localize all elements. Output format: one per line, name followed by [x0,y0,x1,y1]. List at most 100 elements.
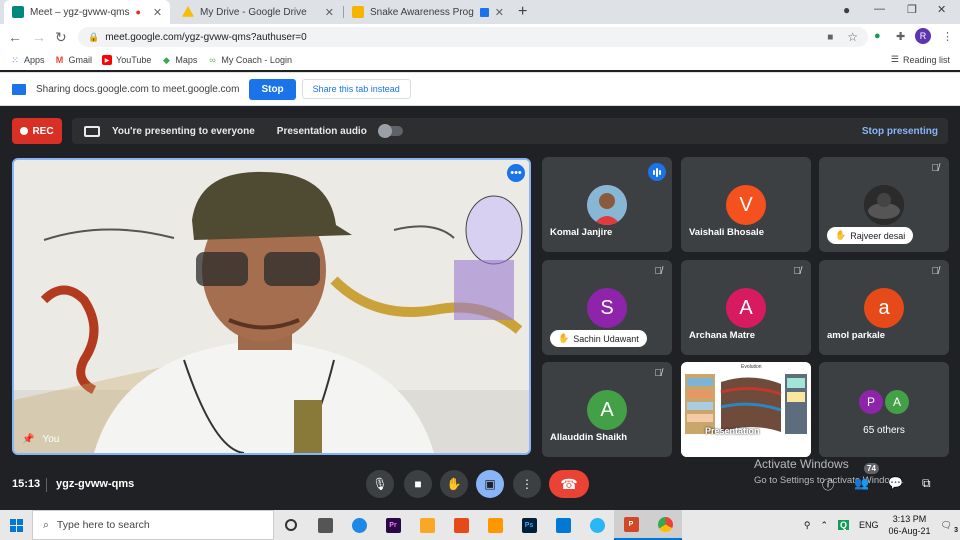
menu-icon[interactable]: ⋮ [942,30,953,43]
close-tab-icon[interactable]: ✕ [495,6,504,19]
bookmark-label: Gmail [68,55,93,65]
participant-tile[interactable]: 🎙̸ a amol parkale [819,260,949,355]
taskbar-app[interactable] [444,510,478,540]
mic-muted-icon: 🎙̸ [931,163,940,174]
present-button[interactable]: ▣ [476,470,504,498]
bookmark-star-icon[interactable]: ☆ [847,30,858,44]
bookmark-label: Maps [175,55,198,65]
close-tab-icon[interactable]: ✕ [153,6,162,19]
tab-title: Snake Awareness ProgramFi [370,6,474,18]
cortana-button[interactable] [274,510,308,540]
notification-count: 3 [954,526,958,534]
clock-date: 06-Aug-21 [888,526,931,536]
bookmark-maps[interactable]: ◆ Maps [161,55,198,66]
maximize-button[interactable]: ❐ [907,3,917,16]
camera-icon[interactable]: ■ [827,32,833,43]
stop-presenting-button[interactable]: Stop presenting [862,126,938,137]
others-tile[interactable]: P A 65 others [819,362,949,457]
raise-hand-button[interactable]: ✋ [440,470,468,498]
chevron-up-icon[interactable]: ⌃ [820,520,828,531]
stop-sharing-button[interactable]: Stop [249,78,296,100]
meeting-details-button[interactable]: ⓘ [822,476,834,493]
minimize-button[interactable]: — [874,3,885,15]
start-button[interactable] [0,510,32,540]
taskbar-app[interactable] [308,510,342,540]
people-button[interactable]: 👥 [854,476,869,490]
puzzle-icon[interactable]: ✚ [896,30,905,43]
search-icon: ⌕ [43,518,49,531]
bookmark-label: YouTube [116,55,152,65]
close-window-button[interactable]: ✕ [937,3,946,16]
activities-button[interactable]: ⧉ [922,476,931,491]
participant-name: amol parkale [827,330,886,341]
bookmark-coach[interactable]: ∞ My Coach - Login [207,55,292,65]
profile-avatar[interactable]: R [915,28,931,44]
taskbar-app[interactable] [342,510,376,540]
others-avatar: P [859,390,883,414]
extension-icon[interactable]: ● [874,30,881,42]
camera-button[interactable]: ■ [404,470,432,498]
tab-search-icon[interactable]: ● [843,3,850,17]
more-options-button[interactable]: ⋮ [513,470,541,498]
presentation-tile[interactable]: Evolution Presentation [681,362,811,457]
presenting-banner: You're presenting to everyone Presentati… [72,118,948,144]
close-tab-icon[interactable]: ✕ [325,6,334,19]
people-tray-icon[interactable]: ⚲ [804,520,811,531]
participant-tile[interactable]: 🎙̸ S ✋ Sachin Udawant [542,260,672,355]
notifications-button[interactable]: 🗨 3 [941,520,958,534]
tab-slides[interactable]: Snake Awareness ProgramFi ✕ [344,0,512,24]
taskbar-clock[interactable]: 3:13 PM 06-Aug-21 [889,513,931,537]
address-bar[interactable]: 🔒 meet.google.com/ygz-gvww-qms?authuser=… [78,27,868,47]
more-options-icon[interactable]: ••• [507,164,525,182]
tab-drive[interactable]: My Drive - Google Drive ✕ [174,0,342,24]
taskbar-app[interactable]: Ps [512,510,546,540]
tab-meet[interactable]: Meet – ygz-gvww-qms ● ✕ [4,0,170,24]
reload-button[interactable]: ↻ [55,29,67,46]
taskbar-app[interactable] [546,510,580,540]
taskbar-app[interactable] [478,510,512,540]
share-this-tab-button[interactable]: Share this tab instead [301,79,411,99]
bookmark-youtube[interactable]: ▶ YouTube [102,55,151,65]
self-video-feed [14,160,529,453]
recording-label: REC [32,125,54,137]
reading-list-button[interactable]: ☰ Reading list [891,54,950,65]
participant-avatar: a [864,288,904,328]
participant-tile[interactable]: V Vaishali Bhosale [681,157,811,252]
new-tab-button[interactable]: + [518,3,527,21]
participant-name: Sachin Udawant [573,333,639,344]
participant-tile[interactable]: 🎙̸ ✋ Rajveer desai [819,157,949,252]
taskbar-search[interactable]: ⌕ Type here to search [32,510,274,540]
browser-tab-bar: Meet – ygz-gvww-qms ● ✕ My Drive - Googl… [0,0,960,24]
participant-avatar: S [587,288,627,328]
others-avatar: A [885,390,909,414]
taskbar-app[interactable] [580,510,614,540]
bookmark-label: Apps [24,55,45,65]
participant-tile[interactable]: 🎙̸ A Allauddin Shaikh [542,362,672,457]
taskbar-app[interactable] [410,510,444,540]
participant-name-pill: ✋ Sachin Udawant [550,330,647,347]
pin-icon[interactable]: 📌 [22,434,34,445]
mic-button[interactable]: 🎙 [366,470,394,498]
forward-button[interactable]: → [32,29,46,45]
bookmark-apps[interactable]: ⁙ Apps [10,55,45,66]
taskbar-app[interactable]: Pr [376,510,410,540]
chrome-icon [657,516,673,532]
presentation-audio-toggle[interactable] [377,124,403,138]
bookmark-label: My Coach - Login [221,55,292,65]
leave-call-button[interactable]: ☎ [549,470,589,498]
bookmark-gmail[interactable]: M Gmail [55,55,93,65]
task-view-icon [317,517,333,533]
present-screen-icon [84,125,100,137]
language-indicator[interactable]: ENG [859,520,879,530]
others-count: 65 others [863,425,905,436]
participant-tile[interactable]: Komal Janjire [542,157,672,252]
mic-muted-icon: 🎙̸ [931,266,940,277]
taskbar-app[interactable]: P [614,510,648,540]
back-button[interactable]: ← [8,29,22,45]
presentation-audio-label: Presentation audio [276,125,367,137]
taskbar-app[interactable] [648,510,682,540]
quick-heal-icon[interactable]: Q [838,520,850,530]
participant-tile[interactable]: 🎙̸ A Archana Matre [681,260,811,355]
chat-button[interactable]: 💬 [888,476,903,490]
self-video-tile[interactable]: ••• 📌 You [12,158,531,455]
